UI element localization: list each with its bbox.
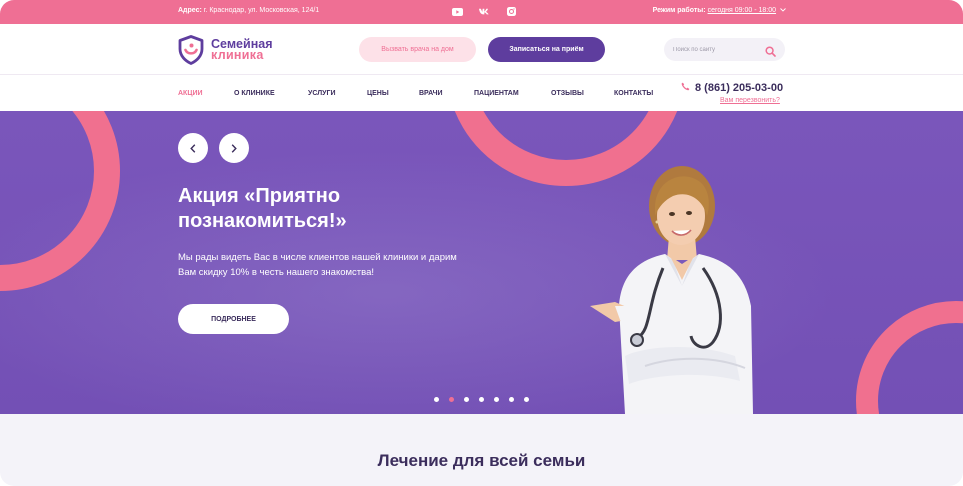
main-nav: АКЦИИ О КЛИНИКЕ УСЛУГИ ЦЕНЫ ВРАЧИ ПАЦИЕН…: [0, 76, 963, 111]
hero-title-line1: Акция «Приятно: [178, 185, 341, 207]
logo-line2: клиника: [211, 48, 264, 62]
nav-item-contacts[interactable]: КОНТАКТЫ: [614, 90, 653, 97]
call-doctor-button[interactable]: Вызвать врача на дом: [359, 37, 476, 62]
nav-item-about[interactable]: О КЛИНИКЕ: [234, 90, 275, 97]
slider-dot-7[interactable]: [524, 397, 529, 402]
hero-text-line1: Мы рады видеть Вас в числе клиентов наше…: [178, 252, 457, 263]
appointment-button[interactable]: Записаться на приём: [488, 37, 605, 62]
treatment-section: Лечение для всей семьи: [0, 414, 963, 486]
phone-icon: [681, 82, 690, 94]
slider-dot-6[interactable]: [509, 397, 514, 402]
more-button[interactable]: ПОДРОБНЕЕ: [178, 304, 289, 334]
chevron-right-icon: [231, 143, 237, 153]
section-title: Лечение для всей семьи: [377, 451, 586, 470]
nav-item-prices[interactable]: ЦЕНЫ: [367, 90, 389, 97]
next-slide-button[interactable]: [219, 133, 249, 163]
nav-item-patients[interactable]: ПАЦИЕНТАМ: [474, 90, 519, 97]
callback-link[interactable]: Вам перезвонить?: [720, 97, 780, 104]
logo-text: Семейная клиника: [211, 38, 273, 62]
hero-text-line2: Вам скидку 10% в честь нашего знакомства…: [178, 267, 375, 278]
hours-dropdown[interactable]: сегодня 09:00 - 18:00: [708, 7, 776, 14]
search-input[interactable]: [664, 38, 764, 61]
nav-item-services[interactable]: УСЛУГИ: [308, 90, 336, 97]
working-hours: Режим работы: сегодня 09:00 - 18:00: [653, 7, 786, 14]
nav-item-reviews[interactable]: ОТЗЫВЫ: [551, 90, 584, 97]
phone-number[interactable]: 8 (861) 205-03-00: [681, 82, 783, 94]
hero-title: Акция «Приятно познакомиться!»: [178, 184, 498, 234]
hours-label: Режим работы:: [652, 7, 706, 14]
phone-text: 8 (861) 205-03-00: [695, 82, 784, 94]
social-links: [452, 6, 517, 17]
logo[interactable]: Семейная клиника: [178, 35, 273, 65]
youtube-icon[interactable]: [452, 6, 463, 17]
chevron-down-icon[interactable]: [778, 7, 786, 14]
prev-slide-button[interactable]: [178, 133, 208, 163]
instagram-icon[interactable]: [506, 6, 517, 17]
slider-dot-5[interactable]: [494, 397, 499, 402]
slider-dots: [434, 397, 529, 402]
nav-item-doctors[interactable]: ВРАЧИ: [419, 90, 443, 97]
hero-slider: Акция «Приятно познакомиться!» Мы рады в…: [0, 111, 963, 414]
hero-description: Мы рады видеть Вас в числе клиентов наше…: [178, 250, 498, 280]
slider-dot-1[interactable]: [434, 397, 439, 402]
chevron-left-icon: [190, 143, 196, 153]
header: Семейная клиника Вызвать врача на дом За…: [0, 24, 963, 75]
search-icon[interactable]: [765, 44, 776, 57]
address: Адрес: г. Краснодар, ул. Московская, 124…: [178, 7, 319, 14]
hero-title-line2: познакомиться!»: [178, 210, 347, 232]
slider-dot-3[interactable]: [464, 397, 469, 402]
address-label: Адрес:: [178, 7, 202, 14]
search-box: [664, 38, 785, 61]
doctor-image: [590, 166, 753, 414]
slider-dot-2[interactable]: [449, 397, 454, 402]
nav-item-promos[interactable]: АКЦИИ: [178, 90, 203, 97]
page: Адрес: г. Краснодар, ул. Московская, 124…: [0, 0, 963, 486]
address-value: г. Краснодар, ул. Московская, 124/1: [203, 7, 320, 14]
slider-dot-4[interactable]: [479, 397, 484, 402]
logo-shield-icon: [178, 35, 204, 65]
top-bar: Адрес: г. Краснодар, ул. Московская, 124…: [0, 0, 963, 24]
vk-icon[interactable]: [479, 6, 490, 17]
